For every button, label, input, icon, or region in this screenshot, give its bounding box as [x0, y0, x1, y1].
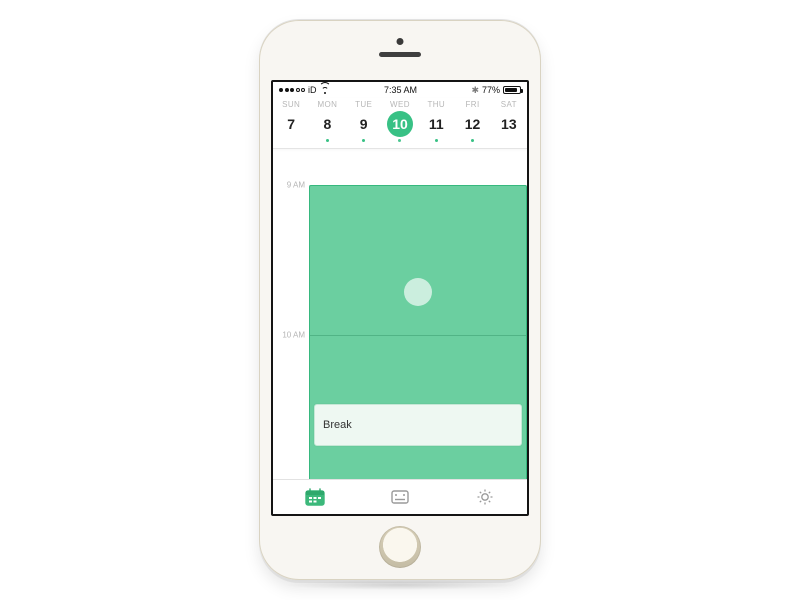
gear-icon [476, 488, 494, 506]
break-label: Break [323, 419, 352, 431]
hour-gutter: 9 AM 10 AM 11 AM [273, 167, 309, 479]
agenda-track[interactable]: Break [309, 167, 527, 479]
date-number: 11 [423, 111, 449, 137]
date-number: 12 [460, 111, 486, 137]
status-bar: iD 7:35 AM ✱ 77% [273, 82, 527, 98]
dow-label: SAT [491, 98, 527, 109]
date-cell-fri[interactable]: 12 [454, 109, 490, 142]
status-bar-right: ✱ 77% [471, 85, 521, 95]
date-number: 9 [351, 111, 377, 137]
event-dot [326, 139, 329, 142]
week-day-names-row: SUN MON TUE WED THU FRI SAT [273, 98, 527, 109]
iphone-device-frame: iD 7:35 AM ✱ 77% SUN MON TUE WED THU FRI [259, 20, 541, 580]
week-picker: SUN MON TUE WED THU FRI SAT 7 8 9 [273, 98, 527, 149]
dow-label: WED [382, 98, 418, 109]
event-dot [471, 139, 474, 142]
signal-strength-icon [279, 88, 305, 92]
home-button[interactable] [379, 526, 421, 568]
app-screen: iD 7:35 AM ✱ 77% SUN MON TUE WED THU FRI [271, 80, 529, 516]
hour-label-10am: 10 AM [282, 331, 305, 340]
date-cell-thu[interactable]: 11 [418, 109, 454, 142]
dow-label: MON [309, 98, 345, 109]
schedule-card-icon [390, 488, 410, 506]
day-agenda[interactable]: 9 AM 10 AM 11 AM Break [273, 149, 527, 479]
bluetooth-icon: ✱ [471, 86, 479, 95]
battery-fill [505, 88, 517, 92]
touch-indicator-icon [404, 278, 432, 306]
wifi-icon [320, 86, 330, 94]
carrier-label: iD [308, 85, 317, 95]
dow-label: FRI [454, 98, 490, 109]
event-inner-sep-10am [310, 335, 526, 336]
phone-camera-sensor [397, 38, 404, 45]
date-number: 13 [496, 111, 522, 137]
tab-schedule[interactable] [380, 485, 420, 509]
phone-speaker-grille [379, 52, 421, 57]
status-bar-left: iD [279, 85, 330, 95]
date-cell-tue[interactable]: 9 [346, 109, 382, 142]
event-dot [435, 139, 438, 142]
dow-label: SUN [273, 98, 309, 109]
break-sub-event[interactable]: Break [314, 404, 522, 446]
date-number: 8 [314, 111, 340, 137]
battery-icon [503, 86, 521, 94]
battery-percent-label: 77% [482, 85, 500, 95]
device-shadow [283, 580, 517, 590]
tab-calendar[interactable] [295, 485, 335, 509]
calendar-icon [305, 488, 325, 506]
date-cell-mon[interactable]: 8 [309, 109, 345, 142]
week-dates-row: 7 8 9 10 11 [273, 109, 527, 148]
date-number: 7 [278, 111, 304, 137]
date-number: 10 [387, 111, 413, 137]
shift-event-block[interactable]: Break [309, 185, 527, 479]
dow-label: TUE [346, 98, 382, 109]
date-cell-sun[interactable]: 7 [273, 109, 309, 142]
event-dot [398, 139, 401, 142]
dow-label: THU [418, 98, 454, 109]
tab-bar [273, 479, 527, 514]
clock-label: 7:35 AM [384, 85, 417, 95]
hour-label-9am: 9 AM [287, 181, 305, 190]
tab-settings[interactable] [465, 485, 505, 509]
event-dot [362, 139, 365, 142]
date-cell-wed-selected[interactable]: 10 [382, 109, 418, 142]
date-cell-sat[interactable]: 13 [491, 109, 527, 142]
